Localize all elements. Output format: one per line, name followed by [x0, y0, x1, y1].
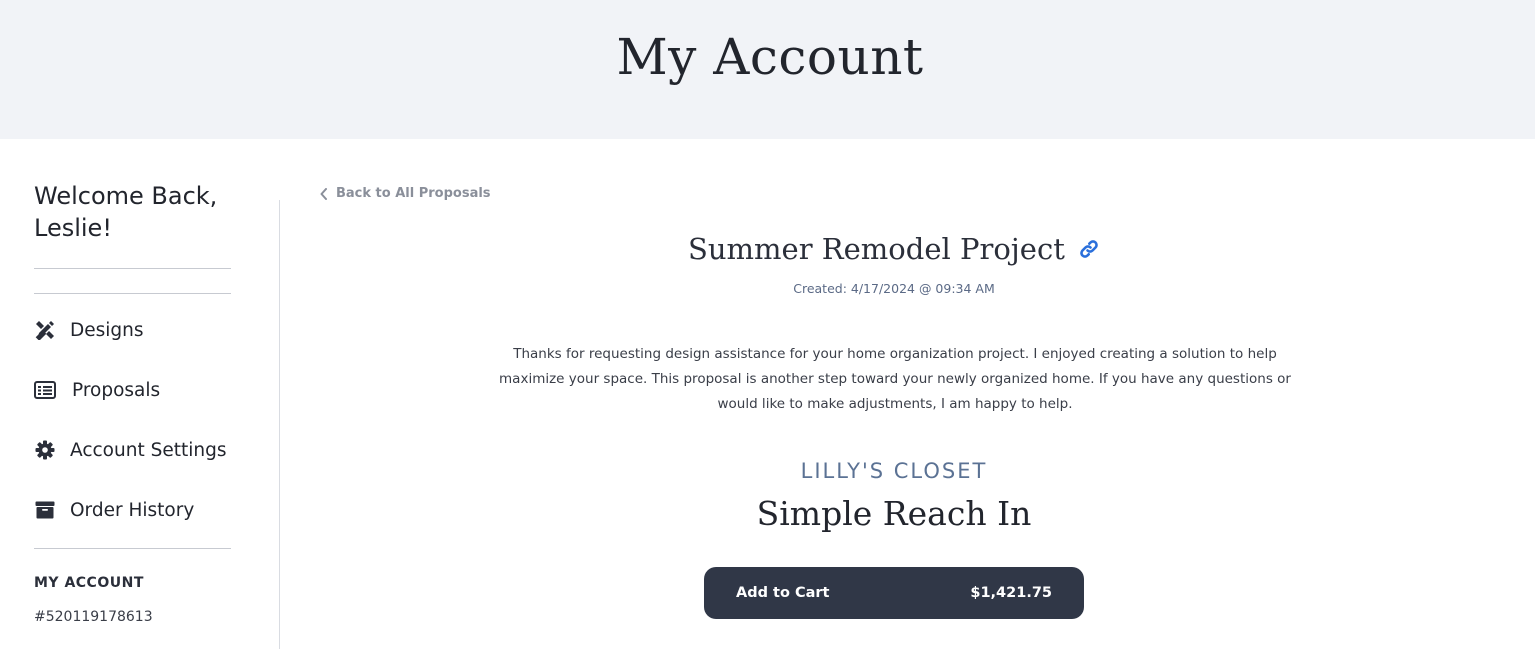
page-title: My Account — [616, 28, 924, 86]
sidebar-divider — [34, 268, 231, 269]
sidebar-item-proposals[interactable]: Proposals — [34, 375, 160, 405]
proposal-description: Thanks for requesting design assistance … — [499, 346, 1291, 412]
price-label: $1,421.75 — [970, 585, 1052, 601]
created-timestamp: Created: 4/17/2024 @ 09:34 AM — [793, 281, 995, 296]
back-link-label: Back to All Proposals — [336, 186, 491, 201]
sidebar-item-label: Proposals — [72, 379, 161, 401]
brand-name: LILLY'S CLOSET — [800, 459, 988, 483]
gear-icon — [34, 439, 56, 461]
sidebar-separator — [279, 200, 280, 649]
sidebar-item-label: Designs — [70, 319, 144, 341]
project-title: Summer Remodel Project — [688, 232, 1065, 266]
chevron-left-icon — [319, 187, 329, 200]
project-title-row: Summer Remodel Project — [0, 232, 1535, 266]
account-heading: MY ACCOUNT — [34, 575, 144, 591]
design-name: Simple Reach In — [756, 494, 1032, 533]
sidebar-item-designs[interactable]: Designs — [34, 315, 144, 345]
back-to-proposals-link[interactable]: Back to All Proposals — [319, 186, 491, 201]
link-icon[interactable] — [1078, 238, 1100, 260]
add-to-cart-button[interactable]: Add to Cart $1,421.75 — [704, 567, 1084, 619]
sidebar-divider — [34, 548, 231, 549]
add-to-cart-label: Add to Cart — [736, 585, 830, 601]
pencil-ruler-icon — [34, 319, 56, 341]
page-header: My Account — [0, 0, 1535, 139]
account-number: #520119178613 — [34, 609, 153, 625]
list-alt-icon — [34, 379, 56, 401]
sidebar-item-label: Account Settings — [70, 439, 227, 461]
